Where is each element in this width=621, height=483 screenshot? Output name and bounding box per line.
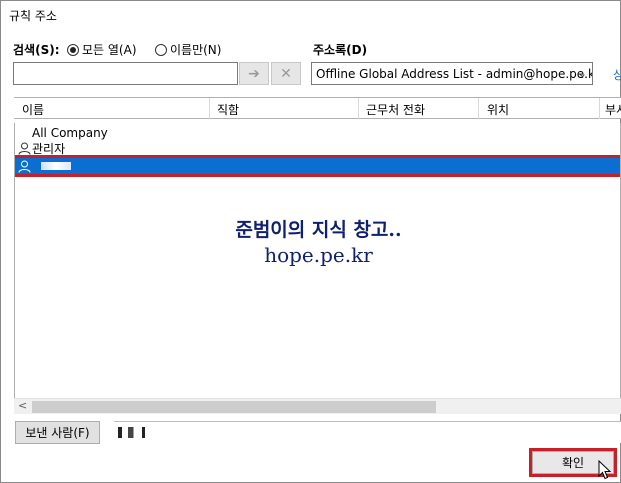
radio-name-only[interactable]: 이름만(N) [155, 41, 221, 58]
mouse-cursor-icon [598, 460, 612, 480]
redacted-recipient [118, 427, 152, 438]
watermark-url: hope.pe.kr [264, 243, 373, 267]
window-title: 규칙 주소 [9, 9, 57, 23]
address-book-label: 주소록(D) [313, 43, 368, 57]
list-item[interactable]: 관리자 [15, 140, 620, 156]
title-bar: 규칙 주소 [1, 1, 620, 29]
column-divider[interactable] [358, 98, 359, 119]
list-item-name: All Company [32, 126, 108, 140]
address-book-select[interactable]: Offline Global Address List - admin@hope… [311, 62, 593, 85]
search-input[interactable] [13, 62, 238, 85]
chevron-left-icon[interactable]: < [18, 399, 27, 412]
person-icon [18, 142, 31, 155]
column-business-phone[interactable]: 근무처 전화 [366, 101, 425, 118]
column-title[interactable]: 직함 [217, 101, 239, 118]
address-list[interactable]: All Company 관리자 준범이의 지식 창고.. hope.pe.kr [14, 123, 621, 413]
scroll-thumb[interactable] [32, 401, 436, 413]
address-book-selected: Offline Global Address List - admin@hope… [316, 66, 593, 81]
horizontal-scrollbar[interactable]: < [14, 398, 621, 414]
redacted-name [41, 162, 71, 170]
person-icon [18, 160, 31, 173]
column-divider[interactable] [209, 98, 210, 119]
radio-all-columns-indicator[interactable] [67, 43, 79, 56]
x-icon: ✕ [280, 65, 292, 82]
watermark-title: 준범이의 지식 창고.. [235, 219, 402, 241]
column-location[interactable]: 위치 [487, 101, 509, 118]
chevron-down-icon: ⌄ [577, 67, 587, 80]
list-header: 이름 직함 근무처 전화 위치 부서 [14, 97, 621, 119]
radio-name-only-indicator[interactable] [155, 43, 167, 56]
clear-search-button[interactable]: ✕ [271, 62, 301, 85]
address-dialog: 규칙 주소 검색(S): 모든 열(A) 이름만(N) 주소록(D) ➔ ✕ O… [0, 0, 621, 483]
list-item[interactable]: All Company [15, 125, 620, 141]
column-department[interactable]: 부서 [605, 101, 621, 118]
column-divider[interactable] [478, 98, 479, 119]
recipients-field[interactable] [114, 421, 621, 443]
radio-all-columns[interactable]: 모든 열(A) [67, 41, 137, 58]
column-name[interactable]: 이름 [22, 101, 44, 118]
selected-list-item[interactable] [15, 155, 620, 177]
from-button[interactable]: 보낸 사람(F) [15, 421, 100, 444]
search-label: 검색(S): [13, 43, 60, 57]
advanced-find-link[interactable]: 상 [613, 66, 621, 83]
list-item-name: 관리자 [32, 141, 66, 156]
search-go-button[interactable]: ➔ [239, 62, 269, 85]
column-divider[interactable] [599, 98, 600, 119]
radio-name-only-label: 이름만(N) [170, 43, 222, 57]
radio-all-columns-label: 모든 열(A) [82, 43, 137, 57]
arrow-right-icon: ➔ [248, 65, 260, 82]
